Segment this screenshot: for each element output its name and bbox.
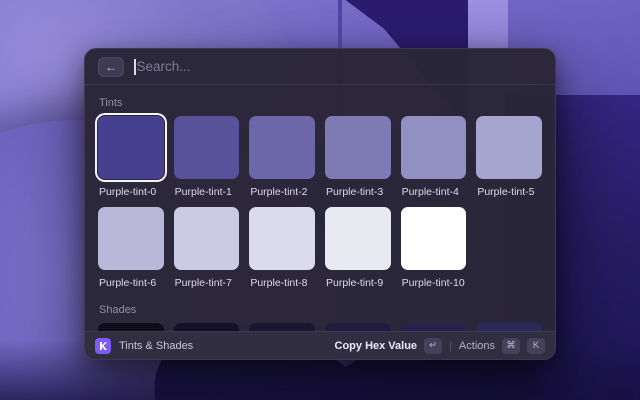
extension-name: Tints & Shades [119, 340, 327, 352]
color-swatch-cell: Purple-tint-5 [476, 116, 542, 207]
swatch-purple-shade-0[interactable] [98, 323, 164, 331]
swatch-purple-shade-3[interactable] [325, 323, 391, 331]
enter-key-badge: ↵ [424, 338, 442, 354]
swatch-purple-tint-8[interactable] [249, 207, 315, 270]
color-swatch-cell: Purple-tint-1 [174, 116, 240, 207]
color-swatch-cell: Purple-tint-9 [325, 207, 391, 298]
swatch-purple-shade-4[interactable] [401, 323, 467, 331]
empty-cell [476, 207, 542, 298]
swatch-label: Purple-tint-2 [250, 186, 314, 198]
swatch-purple-tint-6[interactable] [98, 207, 164, 270]
search-bar: ← [85, 49, 555, 85]
color-swatch-cell [174, 323, 240, 331]
swatch-label: Purple-tint-8 [250, 277, 314, 289]
color-swatch-cell: Purple-tint-7 [174, 207, 240, 298]
shades-row-1 [98, 323, 542, 331]
swatch-label: Purple-tint-3 [326, 186, 390, 198]
swatch-label: Purple-tint-10 [402, 277, 466, 289]
color-swatch-cell [401, 323, 467, 331]
swatch-purple-shade-2[interactable] [249, 323, 315, 331]
color-swatch-cell: Purple-tint-3 [325, 116, 391, 207]
swatch-purple-tint-3[interactable] [325, 116, 391, 179]
color-swatch-cell [325, 323, 391, 331]
swatch-purple-tint-2[interactable] [249, 116, 315, 179]
back-button[interactable]: ← [98, 57, 124, 77]
section-title-shades: Shades [99, 304, 541, 316]
actions-menu-button[interactable]: Actions [459, 340, 495, 352]
app-icon-glyph [98, 341, 108, 351]
swatch-purple-tint-7[interactable] [174, 207, 240, 270]
tints-row-1: Purple-tint-0 Purple-tint-1 Purple-tint-… [98, 116, 542, 207]
section-title-tints: Tints [99, 97, 541, 109]
swatch-purple-shade-1[interactable] [174, 323, 240, 331]
cmd-key-badge: ⌘ [502, 338, 520, 354]
swatch-purple-tint-5[interactable] [476, 116, 542, 179]
text-cursor [134, 59, 136, 75]
swatch-label: Purple-tint-9 [326, 277, 390, 289]
swatch-label: Purple-tint-4 [402, 186, 466, 198]
results-list: Tints Purple-tint-0 Purple-tint-1 Purple… [85, 85, 555, 331]
tints-shades-app-icon [95, 338, 111, 354]
swatch-label: Purple-tint-0 [99, 186, 163, 198]
copy-hex-value-action[interactable]: Copy Hex Value [335, 340, 418, 352]
command-palette-window: ← Tints Purple-tint-0 Purple-tint-1 Purp… [84, 48, 556, 360]
color-swatch-cell: Purple-tint-2 [249, 116, 315, 207]
color-swatch-cell: Purple-tint-4 [401, 116, 467, 207]
footer-bar: Tints & Shades Copy Hex Value ↵ | Action… [85, 331, 555, 359]
swatch-purple-tint-0[interactable] [98, 116, 164, 179]
swatch-purple-tint-4[interactable] [401, 116, 467, 179]
swatch-purple-tint-9[interactable] [325, 207, 391, 270]
swatch-label: Purple-tint-7 [175, 277, 239, 289]
swatch-label: Purple-tint-5 [477, 186, 541, 198]
swatch-purple-shade-5[interactable] [476, 323, 542, 331]
color-swatch-cell: Purple-tint-6 [98, 207, 164, 298]
swatch-label: Purple-tint-6 [99, 277, 163, 289]
search-input[interactable] [137, 59, 543, 74]
footer-divider: | [449, 340, 452, 352]
k-key-badge: K [527, 338, 545, 354]
color-swatch-cell: Purple-tint-0 [98, 116, 164, 207]
tints-row-2: Purple-tint-6 Purple-tint-7 Purple-tint-… [98, 207, 542, 298]
footer-actions: Copy Hex Value ↵ | Actions ⌘ K [335, 338, 545, 354]
color-swatch-cell: Purple-tint-10 [401, 207, 467, 298]
color-swatch-cell [476, 323, 542, 331]
color-swatch-cell: Purple-tint-8 [249, 207, 315, 298]
color-swatch-cell [98, 323, 164, 331]
swatch-purple-tint-10[interactable] [401, 207, 467, 270]
swatch-label: Purple-tint-1 [175, 186, 239, 198]
color-swatch-cell [249, 323, 315, 331]
swatch-purple-tint-1[interactable] [174, 116, 240, 179]
